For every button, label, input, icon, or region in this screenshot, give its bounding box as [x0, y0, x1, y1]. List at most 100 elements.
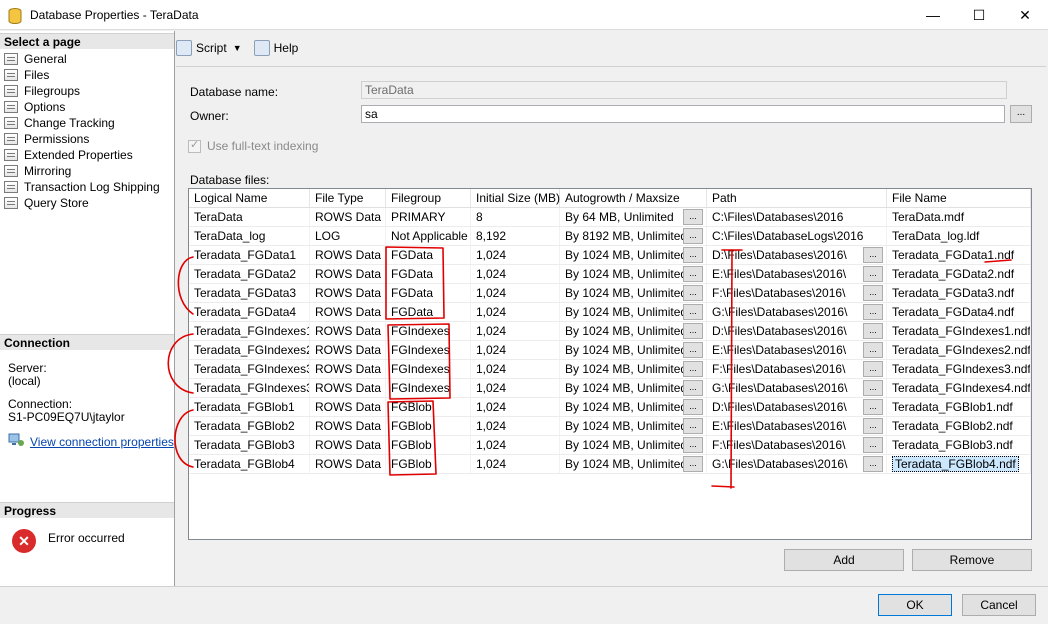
grid-cell[interactable]: Teradata_FGBlob3 [189, 436, 310, 454]
table-row[interactable]: Teradata_FGBlob4 ROWS Data FGBlob 1,024 By 1… [189, 455, 1031, 474]
script-button[interactable]: Script ▼ [176, 40, 242, 56]
autogrowth-browse-button[interactable]: ... [683, 247, 703, 263]
grid-cell[interactable]: 1,024 [471, 417, 560, 435]
column-header[interactable]: Filegroup [386, 189, 471, 207]
view-connection-properties-link[interactable]: View connection properties [8, 433, 174, 450]
path-browse-button[interactable]: ... [863, 399, 883, 415]
grid-cell[interactable]: Teradata_FGData3.ndf [887, 284, 1031, 302]
column-header[interactable]: Path [707, 189, 887, 207]
column-header[interactable]: Logical Name [189, 189, 310, 207]
grid-cell[interactable]: Teradata_FGIndexes1 [189, 322, 310, 340]
grid-cell[interactable]: Teradata_FGIndexes3.ndf [887, 360, 1031, 378]
nav-item-filegroups[interactable]: Filegroups [4, 83, 80, 99]
grid-cell[interactable]: Teradata_FGIndexes2 [189, 341, 310, 359]
grid-cell[interactable]: TeraData_log [189, 227, 310, 245]
table-row[interactable]: Teradata_FGIndexes2 ROWS Data FGIndexes 1,0… [189, 341, 1031, 360]
path-browse-button[interactable]: ... [863, 266, 883, 282]
close-button[interactable]: ✕ [1002, 0, 1048, 30]
grid-cell[interactable]: Teradata_FGIndexes2.ndf [887, 341, 1031, 359]
grid-cell[interactable]: 1,024 [471, 360, 560, 378]
table-row[interactable]: Teradata_FGData1 ROWS Data FGData 1,024 By 1… [189, 246, 1031, 265]
remove-button[interactable]: Remove [912, 549, 1032, 571]
table-row[interactable]: Teradata_FGBlob1 ROWS Data FGBlob 1,024 By 1… [189, 398, 1031, 417]
nav-item-mirroring[interactable]: Mirroring [4, 163, 71, 179]
table-row[interactable]: Teradata_FGData2 ROWS Data FGData 1,024 By 1… [189, 265, 1031, 284]
nav-item-general[interactable]: General [4, 51, 67, 67]
autogrowth-browse-button[interactable]: ... [683, 418, 703, 434]
nav-item-permissions[interactable]: Permissions [4, 131, 89, 147]
table-row[interactable]: Teradata_FGData3 ROWS Data FGData 1,024 By 1… [189, 284, 1031, 303]
view-connection-properties-text[interactable]: View connection properties [30, 435, 174, 449]
grid-cell[interactable]: 1,024 [471, 322, 560, 340]
grid-cell[interactable]: Teradata_FGBlob2 [189, 417, 310, 435]
autogrowth-browse-button[interactable]: ... [683, 399, 703, 415]
owner-browse-button[interactable]: ... [1010, 105, 1032, 123]
nav-item-change-tracking[interactable]: Change Tracking [4, 115, 115, 131]
grid-cell[interactable]: Teradata_FGIndexes4.ndf [887, 379, 1031, 397]
grid-cell[interactable]: 1,024 [471, 455, 560, 473]
table-row[interactable]: Teradata_FGIndexes1 ROWS Data FGIndexes 1,0… [189, 322, 1031, 341]
add-button[interactable]: Add [784, 549, 904, 571]
autogrowth-browse-button[interactable]: ... [683, 228, 703, 244]
column-header[interactable]: Initial Size (MB) [471, 189, 560, 207]
grid-cell[interactable]: Teradata_FGIndexes3 [189, 379, 310, 397]
grid-cell[interactable]: 1,024 [471, 303, 560, 321]
autogrowth-browse-button[interactable]: ... [683, 437, 703, 453]
autogrowth-browse-button[interactable]: ... [683, 266, 703, 282]
grid-cell[interactable]: Teradata_FGBlob2.ndf [887, 417, 1031, 435]
grid-cell[interactable]: Teradata_FGBlob4.ndf [887, 455, 1031, 473]
grid-cell[interactable]: Teradata_FGData1.ndf [887, 246, 1031, 264]
path-browse-button[interactable]: ... [863, 247, 883, 263]
grid-cell[interactable]: Teradata_FGData4 [189, 303, 310, 321]
nav-item-transaction-log-shipping[interactable]: Transaction Log Shipping [4, 179, 160, 195]
grid-cell[interactable]: 8,192 [471, 227, 560, 245]
grid-cell[interactable]: 1,024 [471, 398, 560, 416]
grid-cell[interactable]: Teradata_FGData4.ndf [887, 303, 1031, 321]
grid-cell[interactable]: 1,024 [471, 436, 560, 454]
autogrowth-browse-button[interactable]: ... [683, 456, 703, 472]
autogrowth-browse-button[interactable]: ... [683, 323, 703, 339]
autogrowth-browse-button[interactable]: ... [683, 285, 703, 301]
path-browse-button[interactable]: ... [863, 437, 883, 453]
table-row[interactable]: TeraData ROWS Data PRIMARY 8 By 64 MB, Unlim… [189, 208, 1031, 227]
nav-item-query-store[interactable]: Query Store [4, 195, 89, 211]
column-header[interactable]: File Type [310, 189, 386, 207]
path-browse-button[interactable]: ... [863, 456, 883, 472]
grid-cell[interactable]: TeraData_log.ldf [887, 227, 1031, 245]
grid-cell[interactable]: Teradata_FGIndexes1.ndf [887, 322, 1031, 340]
grid-cell[interactable]: Teradata_FGBlob4 [189, 455, 310, 473]
autogrowth-browse-button[interactable]: ... [683, 380, 703, 396]
grid-cell[interactable]: Teradata_FGData2 [189, 265, 310, 283]
path-browse-button[interactable]: ... [863, 361, 883, 377]
owner-field[interactable]: sa [361, 105, 1005, 123]
cancel-button[interactable]: Cancel [962, 594, 1036, 616]
grid-cell[interactable]: Teradata_FGBlob1 [189, 398, 310, 416]
grid-cell[interactable]: 1,024 [471, 246, 560, 264]
grid-cell[interactable]: Teradata_FGData2.ndf [887, 265, 1031, 283]
path-browse-button[interactable]: ... [863, 380, 883, 396]
path-browse-button[interactable]: ... [863, 418, 883, 434]
autogrowth-browse-button[interactable]: ... [683, 361, 703, 377]
grid-cell[interactable]: Teradata_FGBlob3.ndf [887, 436, 1031, 454]
table-row[interactable]: Teradata_FGIndexes3 ROWS Data FGIndexes 1,0… [189, 360, 1031, 379]
column-header[interactable]: Autogrowth / Maxsize [560, 189, 707, 207]
grid-cell[interactable]: Teradata_FGBlob1.ndf [887, 398, 1031, 416]
table-row[interactable]: Teradata_FGData4 ROWS Data FGData 1,024 By 1… [189, 303, 1031, 322]
path-browse-button[interactable]: ... [863, 304, 883, 320]
grid-cell[interactable]: Teradata_FGData1 [189, 246, 310, 264]
grid-cell[interactable]: TeraData.mdf [887, 208, 1031, 226]
nav-item-extended-properties[interactable]: Extended Properties [4, 147, 133, 163]
grid-cell[interactable]: 1,024 [471, 379, 560, 397]
path-browse-button[interactable]: ... [863, 323, 883, 339]
autogrowth-browse-button[interactable]: ... [683, 209, 703, 225]
database-files-grid[interactable]: Logical Name File Type Filegroup Initial Si… [188, 188, 1032, 540]
minimize-button[interactable]: — [910, 0, 956, 30]
grid-cell[interactable]: Teradata_FGIndexes3 [189, 360, 310, 378]
maximize-button[interactable]: ☐ [956, 0, 1002, 30]
grid-cell[interactable]: 1,024 [471, 341, 560, 359]
table-row[interactable]: Teradata_FGBlob2 ROWS Data FGBlob 1,024 By 1… [189, 417, 1031, 436]
grid-cell[interactable]: 1,024 [471, 284, 560, 302]
path-browse-button[interactable]: ... [863, 285, 883, 301]
table-row[interactable]: Teradata_FGIndexes3 ROWS Data FGIndexes 1,0… [189, 379, 1031, 398]
grid-cell[interactable]: Teradata_FGData3 [189, 284, 310, 302]
